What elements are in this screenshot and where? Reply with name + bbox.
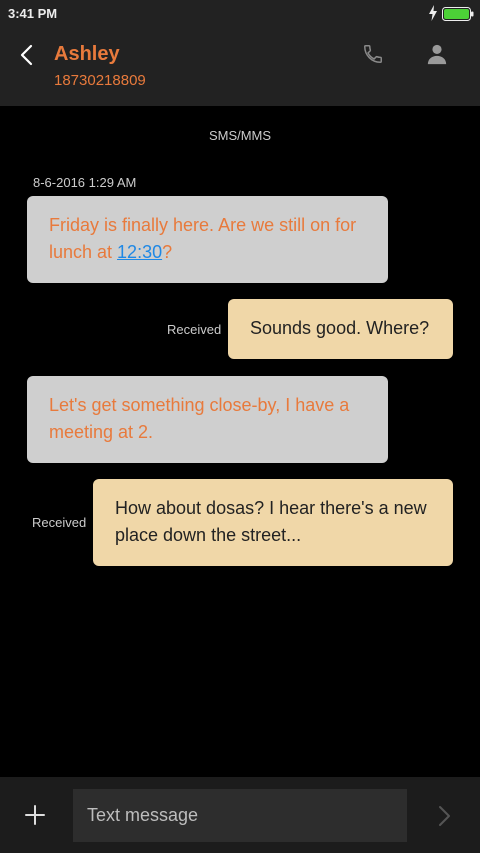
message-composer [0, 777, 480, 853]
message-text: Let's get something close-by, I have a m… [49, 395, 350, 442]
contact-number[interactable]: 18730218809 [54, 72, 146, 89]
message-date: 8-6-2016 1:29 AM [33, 175, 137, 190]
message-text-suffix: ? [162, 242, 173, 262]
message-status: Received [32, 515, 87, 530]
battery-icon [442, 7, 474, 21]
message-bubble-incoming[interactable]: Friday is finally here. Are we still on … [27, 196, 388, 283]
message-bubble-incoming[interactable]: Let's get something close-by, I have a m… [27, 376, 388, 463]
message-text: Friday is finally here. Are we still on … [49, 215, 357, 262]
contact-name[interactable]: Ashley [54, 43, 120, 66]
message-bubble-outgoing[interactable]: How about dosas? I hear there's a new pl… [93, 479, 453, 566]
message-bubble-outgoing[interactable]: Sounds good. Where? [228, 299, 453, 359]
status-time: 3:41 PM [8, 6, 58, 21]
send-icon[interactable] [434, 804, 454, 828]
contact-person-icon[interactable] [426, 43, 448, 65]
channel-label: SMS/MMS [208, 128, 272, 143]
message-status: Received [167, 322, 222, 337]
message-text: How about dosas? I hear there's a new pl… [115, 498, 427, 545]
charging-icon [429, 5, 437, 21]
add-attachment-icon[interactable] [24, 804, 46, 826]
call-icon[interactable] [362, 43, 384, 65]
message-text: Sounds good. Where? [250, 318, 430, 338]
back-icon[interactable] [16, 43, 40, 67]
time-link[interactable]: 12:30 [117, 242, 162, 262]
conversation-header: Ashley 18730218809 [0, 28, 480, 106]
message-input[interactable] [73, 789, 407, 842]
status-bar: 3:41 PM [0, 0, 480, 28]
